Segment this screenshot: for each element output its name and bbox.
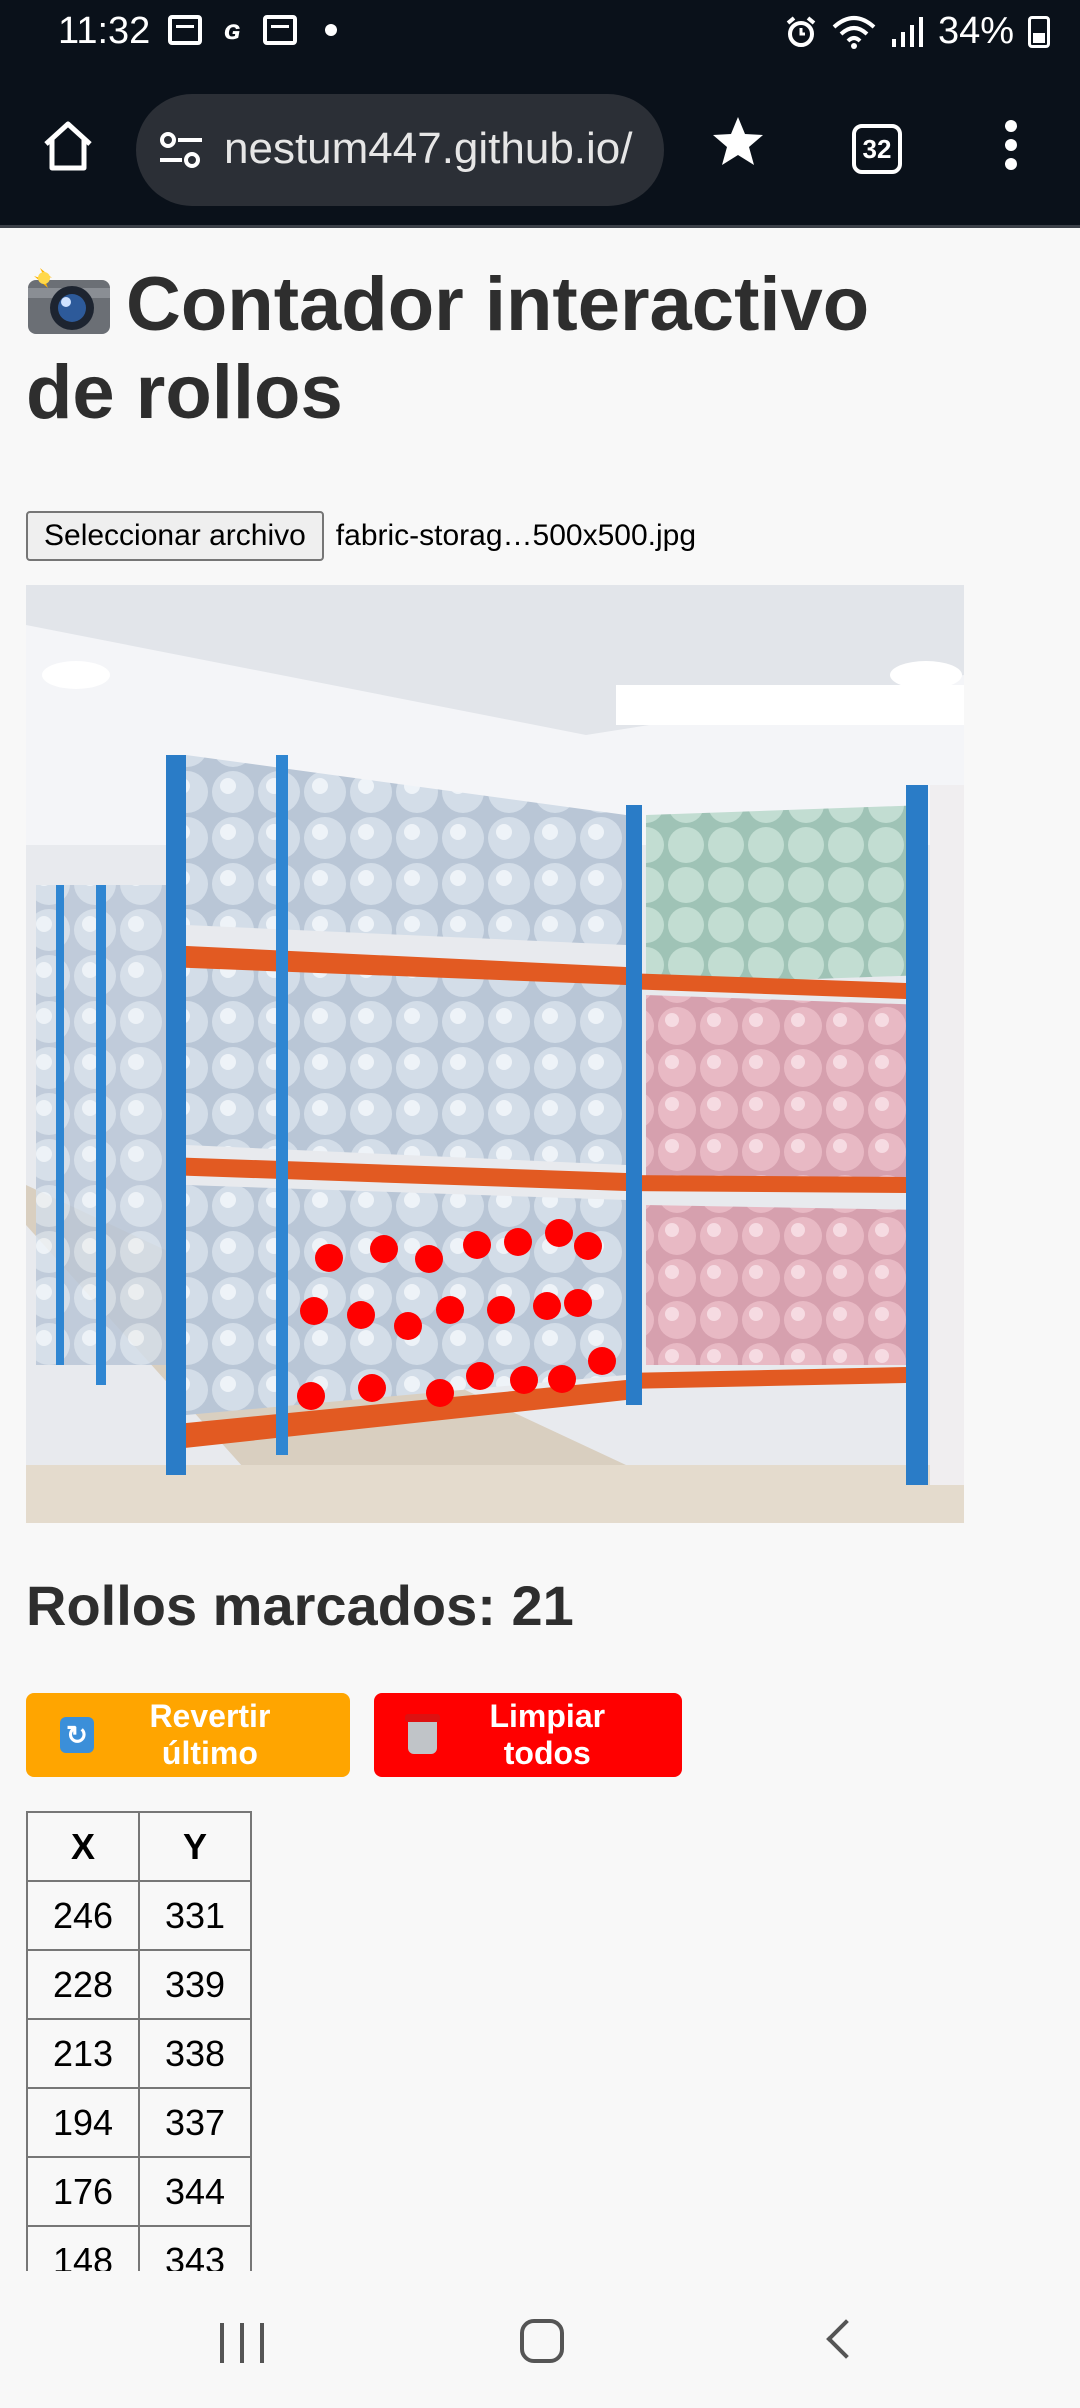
site-settings-icon[interactable]	[158, 130, 204, 170]
roll-marker	[315, 1244, 343, 1272]
page-content: Contador interactivo de rollos Seleccion…	[0, 231, 1080, 2271]
coordinates-table: X Y 246 331 228 339 213 338 194 337 176 344 1…	[26, 1811, 252, 2271]
table-row: 148 343	[26, 2225, 252, 2271]
choose-file-button[interactable]: Seleccionar archivo	[26, 511, 324, 561]
alarm-icon	[786, 15, 816, 47]
battery-icon	[1028, 15, 1050, 48]
roll-marker	[415, 1245, 443, 1273]
calendar-icon	[262, 15, 297, 45]
tabs-button[interactable]: 32	[852, 124, 902, 174]
cell-y: 338	[138, 2018, 252, 2089]
fabric-photo-canvas[interactable]	[26, 585, 964, 1523]
url-text: nestum447.github.io/	[224, 124, 633, 173]
roll-marker	[347, 1301, 375, 1329]
cell-x: 194	[26, 2087, 140, 2158]
roll-marker	[504, 1228, 532, 1256]
page-title: Contador interactivo de rollos	[26, 261, 926, 437]
browser-toolbar: nestum447.github.io/ 32	[0, 72, 1080, 228]
menu-icon[interactable]	[996, 116, 1026, 176]
status-bar: 11:32 ɢ 34%	[0, 0, 1080, 72]
wifi-icon	[832, 15, 876, 49]
table-row: 228 339	[26, 1949, 252, 2020]
roll-marker	[358, 1374, 386, 1402]
cell-y: 344	[138, 2156, 252, 2227]
cell-x: 213	[26, 2018, 140, 2089]
roll-marker	[574, 1232, 602, 1260]
roll-marker	[545, 1219, 573, 1247]
roll-marker	[436, 1296, 464, 1324]
table-header-row: X Y	[26, 1811, 252, 1882]
table-row: 194 337	[26, 2087, 252, 2158]
calendar-icon	[168, 15, 202, 45]
roll-marker	[297, 1382, 325, 1410]
battery-percent: 34%	[937, 10, 1014, 52]
roll-marker	[564, 1289, 592, 1317]
roll-marker	[548, 1365, 576, 1393]
table-row: 213 338	[26, 2018, 252, 2089]
roll-marker	[463, 1231, 491, 1259]
cell-x: 246	[26, 1880, 140, 1951]
roll-marker	[370, 1235, 398, 1263]
status-time: 11:32	[58, 10, 151, 52]
column-header-y: Y	[138, 1811, 252, 1882]
back-icon[interactable]	[826, 2319, 866, 2359]
recent-apps-icon[interactable]	[220, 2323, 264, 2363]
signal-icon	[891, 16, 923, 47]
roll-marker	[394, 1312, 422, 1340]
roll-marker	[426, 1379, 454, 1407]
cell-x: 228	[26, 1949, 140, 2020]
file-name: fabric-storag…500x500.jpg	[335, 519, 697, 552]
cell-y: 337	[138, 2087, 252, 2158]
cell-x: 176	[26, 2156, 140, 2227]
undo-icon: ↻	[60, 1717, 94, 1753]
notification-icons: ɢ	[168, 14, 337, 46]
g-pay-icon: ɢ	[224, 14, 241, 45]
roll-marker	[466, 1362, 494, 1390]
action-buttons: ↻ Revertir último Limpiar todos	[26, 1693, 682, 1777]
roll-marker	[510, 1366, 538, 1394]
cell-y: 339	[138, 1949, 252, 2020]
roll-marker	[300, 1297, 328, 1325]
cell-y: 331	[138, 1880, 252, 1951]
marker-layer	[297, 1219, 616, 1410]
address-bar[interactable]: nestum447.github.io/	[136, 94, 664, 206]
column-header-x: X	[26, 1811, 140, 1882]
trash-icon	[405, 1714, 440, 1754]
roll-count: Rollos marcados: 21	[26, 1574, 574, 1637]
table-row: 176 344	[26, 2156, 252, 2227]
system-nav-bar	[0, 2271, 1080, 2408]
file-picker: Seleccionar archivo fabric-storag…500x50…	[26, 511, 696, 561]
system-icons: 34%	[784, 10, 1050, 53]
clear-all-label: Limpiar todos	[489, 1698, 606, 1771]
table-row: 246 331	[26, 1880, 252, 1951]
undo-last-label: Revertir último	[149, 1698, 271, 1771]
cell-y: 343	[138, 2225, 252, 2271]
home-button-icon[interactable]	[520, 2319, 564, 2363]
roll-marker	[533, 1292, 561, 1320]
roll-marker	[588, 1347, 616, 1375]
clear-all-button[interactable]: Limpiar todos	[374, 1693, 682, 1777]
camera-flash-icon	[26, 266, 112, 336]
roll-marker	[487, 1296, 515, 1324]
undo-last-button[interactable]: ↻ Revertir último	[26, 1693, 350, 1777]
page-title-text: Contador interactivo de rollos	[26, 262, 870, 435]
cell-x: 148	[26, 2225, 140, 2271]
dot-icon	[324, 24, 337, 36]
star-icon[interactable]	[708, 112, 768, 172]
home-icon[interactable]	[38, 116, 98, 176]
